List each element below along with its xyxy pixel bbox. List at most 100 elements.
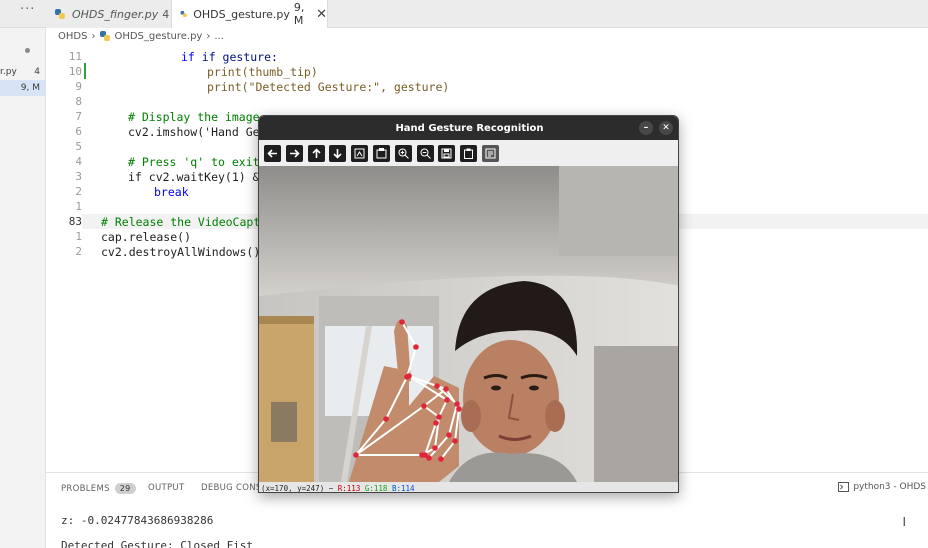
hand-landmark-point — [433, 420, 439, 426]
terminal-name: python3 - OHDS — [853, 482, 926, 492]
hand-landmark-point — [456, 406, 462, 412]
python-file-icon — [55, 9, 65, 19]
hand-landmark-point — [436, 414, 442, 420]
editor-tab-bar: ··· OHDS_finger.py 4 OHDS_gesture.py 9, … — [0, 0, 928, 28]
explorer-item-finger[interactable]: r.py 4 — [0, 64, 46, 80]
explorer-item-label: r.py — [0, 67, 17, 77]
terminal-icon — [838, 482, 850, 492]
line-number: 1 — [75, 230, 82, 243]
close-button[interactable]: ✕ — [659, 121, 673, 135]
code-line: cap.release() — [101, 230, 192, 244]
tab-problems[interactable]: PROBLEMS 29 — [61, 483, 136, 494]
problems-count-badge: 29 — [114, 483, 136, 494]
terminal-output-line: Detected Gesture: Closed Fist — [61, 539, 254, 548]
hand-landmark-point — [426, 455, 432, 461]
hand-landmark-point — [438, 456, 444, 462]
terminal-output-line: z: -0.02477843686938286 — [61, 514, 214, 527]
breadcrumb-folder[interactable]: OHDS — [58, 31, 87, 42]
line-number: 4 — [75, 155, 82, 168]
chevron-right-icon: › — [206, 30, 211, 42]
tab-ohds-finger[interactable]: OHDS_finger.py 4 — [46, 0, 172, 28]
line-number: 8 — [75, 95, 82, 108]
hand-landmark-point — [406, 373, 412, 379]
line-number-current: 83 — [68, 215, 82, 228]
code-line: break — [154, 185, 189, 199]
status-red: R:113 — [337, 483, 361, 493]
tab-badge: 4 — [162, 7, 170, 21]
status-blue: B:114 — [391, 483, 415, 493]
line-number: 2 — [75, 245, 82, 258]
tab-badge: 9, M — [293, 1, 305, 27]
line-number: 10 — [68, 65, 82, 78]
save-icon[interactable] — [438, 144, 456, 162]
hand-landmark-point — [434, 383, 440, 389]
close-icon[interactable]: ✕ — [316, 7, 327, 22]
breadcrumb-symbol[interactable]: ... — [214, 31, 224, 42]
hand-landmark-point — [432, 445, 438, 451]
zoom-in-icon[interactable] — [394, 144, 412, 162]
pan-up-icon[interactable] — [307, 144, 325, 162]
line-number: 7 — [75, 110, 82, 123]
line-number: 3 — [75, 170, 82, 183]
explorer-item-gesture[interactable]: 9, M — [0, 80, 46, 96]
explorer-item-badge: 9, M — [20, 83, 40, 93]
explorer-item-badge: 4 — [34, 67, 40, 77]
window-title: Hand Gesture Recognition — [395, 122, 544, 134]
hand-landmark-point — [399, 319, 405, 325]
line-number: 9 — [75, 80, 82, 93]
code-line: if cv2.waitKey(1) & 0 — [128, 170, 274, 184]
code-line: print(thumb_tip) — [207, 65, 318, 79]
status-green: G:118 — [364, 483, 388, 493]
status-coordinates: (x=170, y=247) ~ — [261, 483, 338, 493]
line-number: 2 — [75, 185, 82, 198]
code-comment: # Press 'q' to exit. — [128, 155, 267, 169]
hand-landmark-point — [443, 386, 449, 392]
camera-frame[interactable] — [259, 166, 678, 482]
image-toolbar — [259, 140, 678, 166]
hand-landmark-point — [454, 401, 460, 407]
terminal-selector[interactable]: python3 - OHDS — [838, 482, 926, 492]
zoom-out-icon[interactable] — [416, 144, 434, 162]
python-file-icon — [180, 10, 187, 18]
line-number: 6 — [75, 125, 82, 138]
line-number: 5 — [75, 140, 82, 153]
code-line: cv2.imshow('Hand Ges — [128, 125, 267, 139]
tab-label: OHDS_finger.py — [72, 7, 159, 21]
tab-label: OHDS_gesture.py — [193, 7, 290, 21]
pixel-status-bar: (x=170, y=247) ~ R:113 G:118 B:114 — [259, 482, 678, 493]
more-actions-icon[interactable]: ··· — [20, 2, 35, 17]
modified-dot-icon — [25, 48, 30, 53]
pan-left-icon[interactable] — [264, 144, 281, 162]
copy-icon[interactable] — [460, 144, 478, 162]
hand-landmark-point — [444, 397, 450, 403]
hand-landmark-point — [452, 438, 458, 444]
hand-landmark-point — [421, 403, 427, 409]
hand-landmark-point — [446, 432, 452, 438]
line-number: 1 — [75, 200, 82, 213]
opencv-window[interactable]: Hand Gesture Recognition – ✕ (x=170, y=2… — [258, 115, 679, 493]
zoom-original-icon[interactable] — [372, 144, 390, 162]
breadcrumb: OHDS › OHDS_gesture.py › ... — [46, 28, 228, 44]
code-comment: # Release the VideoCaptu — [101, 215, 268, 229]
pan-right-icon[interactable] — [285, 144, 303, 162]
tab-ohds-gesture[interactable]: OHDS_gesture.py 9, M ✕ — [172, 0, 328, 28]
code-line: print("Detected Gesture:", gesture) — [207, 80, 450, 94]
line-number: 11 — [68, 50, 82, 63]
pan-down-icon[interactable] — [329, 144, 347, 162]
hand-landmark-point — [413, 344, 419, 350]
code-comment: # Display the image. — [128, 110, 267, 124]
zoom-fit-icon[interactable] — [351, 144, 369, 162]
text-cursor-icon: I — [902, 515, 906, 529]
python-file-icon — [100, 31, 111, 41]
code-line: cv2.destroyAllWindows() — [101, 245, 261, 259]
window-titlebar[interactable]: Hand Gesture Recognition – ✕ — [259, 116, 678, 140]
tab-output[interactable]: OUTPUT — [148, 483, 184, 493]
hand-landmark-point — [353, 452, 359, 458]
explorer-sidebar: r.py 4 9, M — [0, 28, 46, 548]
hand-landmark-point — [419, 452, 425, 458]
properties-icon[interactable] — [481, 144, 499, 162]
minimize-button[interactable]: – — [639, 121, 653, 135]
camera-image — [259, 166, 678, 482]
breadcrumb-file[interactable]: OHDS_gesture.py — [114, 31, 202, 42]
chevron-right-icon: › — [91, 30, 96, 42]
